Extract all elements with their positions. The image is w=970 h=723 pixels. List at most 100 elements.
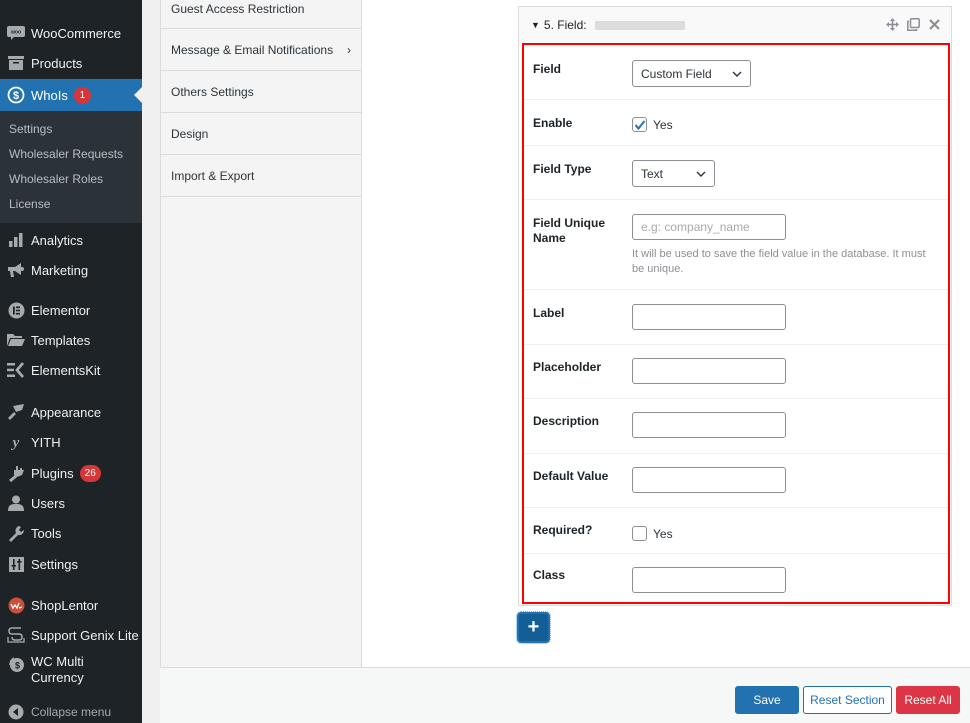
elementor-icon: [6, 300, 26, 320]
sidebar-item-label: WooCommerce: [31, 25, 122, 41]
chevron-down-icon[interactable]: ▼: [531, 20, 540, 30]
nav-item-others-settings[interactable]: Others Settings: [161, 71, 361, 113]
duplicate-icon[interactable]: [906, 17, 920, 31]
paintbrush-icon: [6, 402, 26, 422]
sidebar-item-marketing[interactable]: Marketing: [0, 255, 142, 285]
row-description: Description: [524, 399, 948, 454]
row-field: Field Custom Field: [524, 45, 948, 100]
field-label: Field: [533, 62, 562, 76]
sidebar-item-label: Marketing: [31, 262, 89, 278]
close-icon[interactable]: [927, 17, 941, 31]
enable-checkbox[interactable]: [632, 117, 647, 132]
sidebar-item-label: ElementsKit: [31, 362, 101, 378]
sidebar-item-analytics[interactable]: Analytics: [0, 225, 142, 255]
class-input[interactable]: [632, 567, 786, 593]
sidebar-item-label: YITH: [31, 434, 61, 450]
collapse-menu-label: Collapse menu: [31, 705, 112, 719]
field-unique-name-input[interactable]: [632, 214, 786, 240]
sidebar-item-support-genix[interactable]: Support Genix Lite: [0, 620, 142, 650]
svg-text:woo: woo: [10, 30, 21, 36]
row-enable: Enable Yes: [524, 100, 948, 146]
sidebar-item-plugins[interactable]: Plugins 26: [0, 458, 142, 488]
submenu-item-wholesaler-roles[interactable]: Wholesaler Roles: [0, 167, 142, 192]
sidebar-item-products[interactable]: Products: [0, 48, 142, 78]
sidebar-item-settings[interactable]: Settings: [0, 549, 142, 579]
svg-text:$: $: [13, 90, 19, 102]
description-input[interactable]: [632, 412, 786, 438]
nav-item-label: Message & Email Notifications: [171, 42, 334, 57]
collapse-menu-button[interactable]: Collapse menu: [0, 697, 142, 723]
save-button[interactable]: Save: [735, 686, 799, 714]
support-genix-icon: [6, 625, 26, 645]
field-unique-name-help: It will be used to save the field value …: [632, 248, 926, 275]
field-type-select[interactable]: Text: [632, 160, 715, 187]
label-label: Label: [533, 306, 565, 320]
sidebar-item-appearance[interactable]: Appearance: [0, 397, 142, 427]
sidebar-item-whois[interactable]: $ WhoIs 1: [0, 79, 142, 111]
megaphone-icon: [6, 260, 26, 280]
sidebar-item-label: WC Multi Currency: [31, 654, 84, 685]
woocommerce-icon: woo: [6, 23, 26, 43]
required-label: Required?: [533, 523, 593, 537]
enable-label: Enable: [533, 116, 573, 130]
whois-submenu: Settings Wholesaler Requests Wholesaler …: [0, 111, 142, 223]
row-field-unique-name: Field Unique Name It will be used to sav…: [524, 200, 948, 290]
admin-sidebar: woo WooCommerce Products $ WhoIs 1 Setti…: [0, 0, 142, 723]
field-card-actions: [885, 17, 941, 31]
add-field-button[interactable]: +: [516, 611, 551, 644]
checkmark-icon: [634, 119, 645, 130]
elementskit-icon: [6, 360, 26, 380]
required-checkbox[interactable]: [632, 526, 647, 541]
reset-section-button[interactable]: Reset Section: [803, 686, 892, 714]
nav-item-design[interactable]: Design: [161, 113, 361, 155]
active-indicator: [134, 87, 142, 103]
field-select[interactable]: Custom Field: [632, 60, 751, 87]
sidebar-item-templates[interactable]: Templates: [0, 325, 142, 355]
shoplentor-icon: [6, 595, 26, 615]
sidebar-item-elementskit[interactable]: ElementsKit: [0, 355, 142, 385]
sidebar-item-label: Products: [31, 55, 83, 71]
sidebar-item-tools[interactable]: Tools: [0, 518, 142, 548]
sidebar-item-shoplentor[interactable]: ShopLentor: [0, 590, 142, 620]
placeholder-input[interactable]: [632, 358, 786, 384]
row-required: Required? Yes: [524, 508, 948, 554]
move-icon[interactable]: [885, 17, 899, 31]
field-name-placeholder-bar: [594, 20, 685, 30]
field-type-label: Field Type: [533, 162, 592, 176]
field-select-value: Custom Field: [641, 66, 712, 81]
field-settings-highlight: Field Custom Field Enable Yes Field Type…: [522, 43, 950, 604]
sidebar-item-elementor[interactable]: Elementor: [0, 295, 142, 325]
submenu-item-settings[interactable]: Settings: [0, 117, 142, 142]
nav-item-guest-access-restriction[interactable]: Guest Access Restriction: [161, 0, 361, 29]
sidebar-item-label: Templates: [31, 332, 91, 348]
bar-chart-icon: [6, 230, 26, 250]
nav-item-message-email-notifications[interactable]: Message & Email Notifications ›: [161, 29, 361, 71]
default-value-input[interactable]: [632, 467, 786, 493]
chevron-down-icon: [696, 171, 706, 177]
archive-box-icon: [6, 53, 26, 73]
reset-all-button[interactable]: Reset All: [896, 686, 960, 714]
required-checkbox-group: Yes: [632, 526, 673, 541]
sidebar-item-label: Analytics: [31, 232, 84, 248]
nav-item-label: Others Settings: [171, 84, 254, 99]
plug-icon: [6, 463, 26, 483]
label-input[interactable]: [632, 304, 786, 330]
sidebar-item-label: Elementor: [31, 302, 91, 318]
enable-checkbox-group: Yes: [632, 117, 673, 132]
sidebar-item-label: Settings: [31, 556, 78, 572]
wc-multi-currency-icon: $: [6, 654, 26, 674]
sidebar-item-users[interactable]: Users: [0, 488, 142, 518]
field-unique-name-label: Field Unique Name: [533, 216, 605, 245]
settings-footer: Save Reset Section Reset All: [160, 667, 970, 723]
field-card-title: 5. Field:: [543, 18, 587, 32]
sidebar-item-wc-multi-currency[interactable]: $ WC Multi Currency: [0, 654, 142, 690]
submenu-item-license[interactable]: License: [0, 192, 142, 217]
row-field-type: Field Type Text: [524, 146, 948, 200]
submenu-item-wholesaler-requests[interactable]: Wholesaler Requests: [0, 142, 142, 167]
sidebar-item-label: ShopLentor: [31, 597, 99, 613]
chevron-down-icon: [732, 71, 742, 77]
sidebar-item-woocommerce[interactable]: woo WooCommerce: [0, 18, 142, 48]
class-label: Class: [533, 568, 566, 582]
nav-item-import-export[interactable]: Import & Export: [161, 155, 361, 197]
sidebar-item-yith[interactable]: y YITH: [0, 427, 142, 457]
